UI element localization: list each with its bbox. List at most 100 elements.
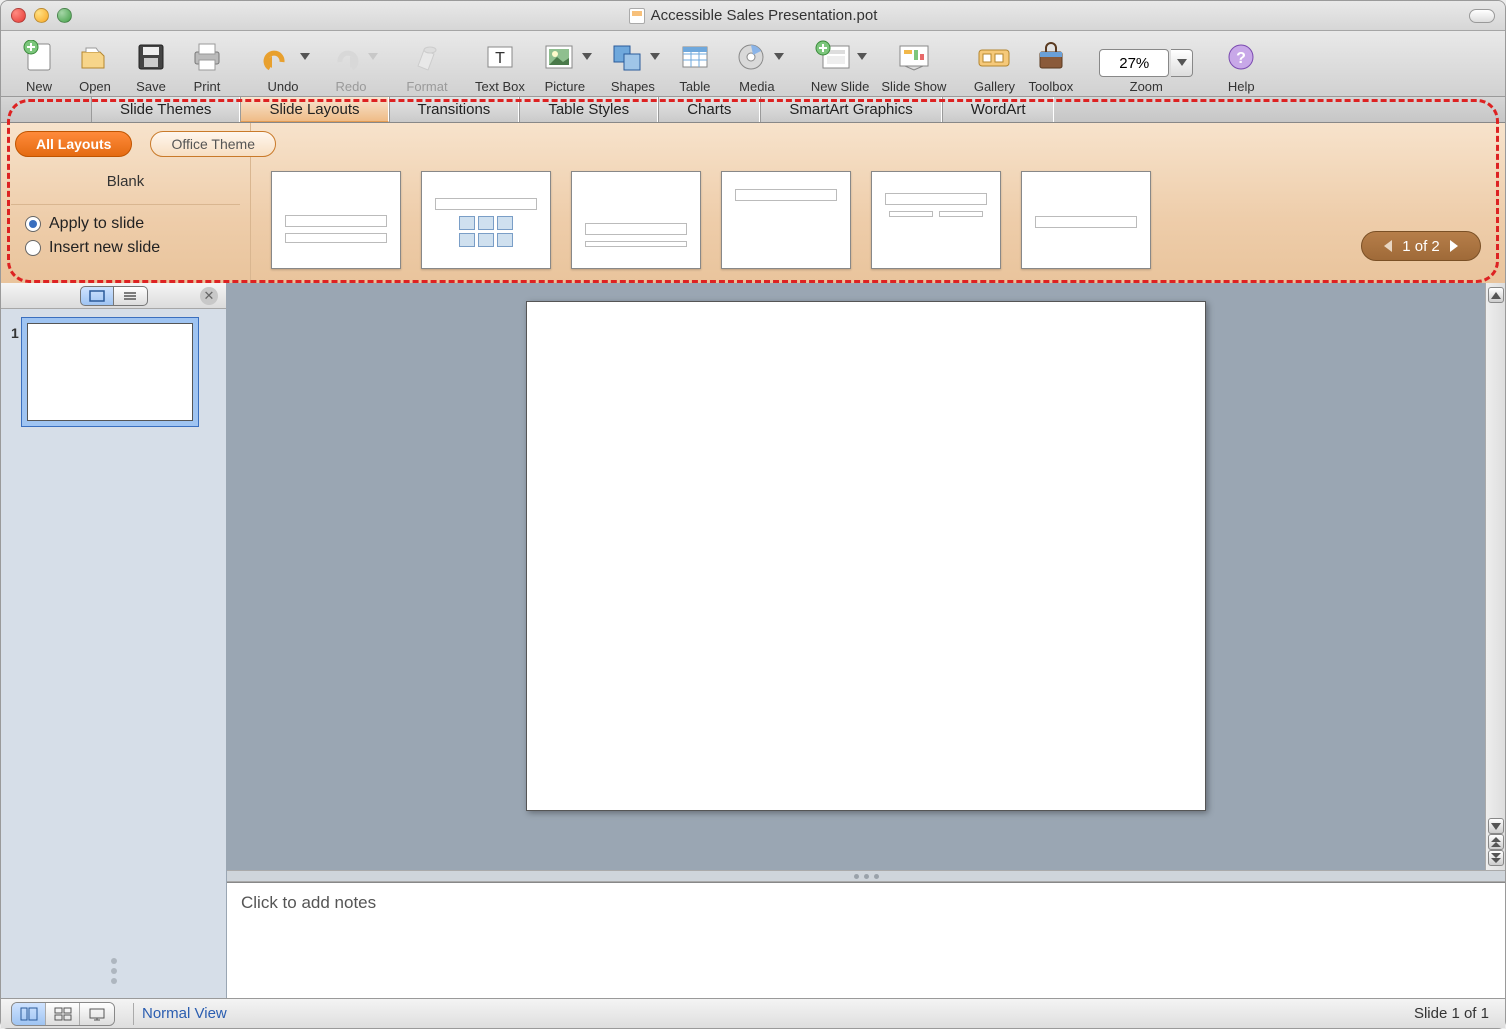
open-button[interactable]: Open [73, 37, 117, 94]
pager-next-icon[interactable] [1450, 240, 1458, 252]
slide-layouts-panel: All Layouts Office Theme Blank Apply to … [1, 123, 1505, 283]
slide-canvas[interactable] [526, 301, 1206, 811]
redo-label: Redo [335, 79, 366, 94]
slide-list[interactable]: 1 [1, 309, 226, 958]
format-label: Format [406, 79, 447, 94]
zoom-value[interactable]: 27% [1099, 49, 1169, 77]
layout-pager[interactable]: 1 of 2 [1361, 231, 1481, 261]
tab-slide-layouts[interactable]: Slide Layouts [240, 97, 388, 122]
radio-insert-label: Insert new slide [49, 239, 160, 257]
new-slide-dropdown-icon[interactable] [856, 39, 868, 75]
slideshow-button[interactable]: Slide Show [881, 37, 946, 94]
close-panel-icon[interactable]: ✕ [200, 287, 218, 305]
radio-icon [25, 240, 41, 256]
notes-splitter[interactable] [227, 870, 1505, 882]
next-slide-icon[interactable] [1488, 850, 1504, 866]
document-icon [629, 8, 645, 24]
media-label: Media [739, 79, 774, 94]
gallery-button[interactable]: Gallery [972, 37, 1016, 94]
toolbox-label: Toolbox [1028, 79, 1073, 94]
shapes-button[interactable]: Shapes [605, 37, 661, 94]
view-name: Normal View [142, 1005, 227, 1022]
layout-category-label: Blank [11, 173, 240, 190]
svg-text:T: T [495, 50, 505, 67]
new-label: New [26, 79, 52, 94]
panel-resize-handle[interactable] [1, 958, 226, 984]
shapes-dropdown-icon[interactable] [649, 39, 661, 75]
new-slide-button[interactable]: New Slide [811, 37, 870, 94]
slideshow-view-icon[interactable] [80, 1003, 114, 1025]
undo-label: Undo [267, 79, 298, 94]
radio-insert-new-slide[interactable]: Insert new slide [25, 239, 240, 257]
open-label: Open [79, 79, 111, 94]
undo-button[interactable]: Undo [255, 37, 311, 94]
layout-thumbnails: 1 of 2 [251, 123, 1505, 283]
radio-apply-label: Apply to slide [49, 215, 144, 233]
layout-thumb-title-only[interactable] [1021, 171, 1151, 269]
sorter-view-icon[interactable] [46, 1003, 80, 1025]
slides-view-icon[interactable] [80, 286, 114, 306]
picture-button[interactable]: Picture [537, 37, 593, 94]
vertical-scrollbar[interactable] [1485, 283, 1505, 870]
toolbox-button[interactable]: Toolbox [1028, 37, 1073, 94]
window-title-text: Accessible Sales Presentation.pot [651, 7, 878, 24]
view-switcher [11, 1002, 115, 1026]
picture-dropdown-icon[interactable] [581, 39, 593, 75]
tab-charts[interactable]: Charts [658, 97, 760, 122]
slide-thumbnail[interactable] [27, 323, 193, 421]
normal-view-icon[interactable] [12, 1003, 46, 1025]
slide-item-1[interactable]: 1 [11, 323, 216, 421]
save-button[interactable]: Save [129, 37, 173, 94]
textbox-label: Text Box [475, 79, 525, 94]
layout-thumb-content[interactable] [421, 171, 551, 269]
layout-thumb-comparison[interactable] [871, 171, 1001, 269]
media-button[interactable]: Media [729, 37, 785, 94]
textbox-button[interactable]: T Text Box [475, 37, 525, 94]
gallery-label: Gallery [974, 79, 1015, 94]
layout-thumb-title[interactable] [271, 171, 401, 269]
outline-view-icon[interactable] [114, 286, 148, 306]
media-dropdown-icon[interactable] [773, 39, 785, 75]
print-label: Print [194, 79, 221, 94]
tab-smartart[interactable]: SmartArt Graphics [760, 97, 941, 122]
tab-transitions[interactable]: Transitions [389, 97, 520, 122]
ribbon-tabs: Slide Themes Slide Layouts Transitions T… [1, 97, 1505, 123]
table-button[interactable]: Table [673, 37, 717, 94]
print-button[interactable]: Print [185, 37, 229, 94]
window-title: Accessible Sales Presentation.pot [1, 7, 1505, 24]
radio-icon [25, 216, 41, 232]
slide-canvas-area[interactable] [227, 283, 1505, 870]
scroll-up-icon[interactable] [1488, 287, 1504, 303]
slideshow-label: Slide Show [881, 79, 946, 94]
undo-dropdown-icon[interactable] [299, 39, 311, 75]
table-label: Table [679, 79, 710, 94]
layout-thumb-two-content[interactable] [721, 171, 851, 269]
help-button[interactable]: ? Help [1219, 37, 1263, 94]
toolbar-toggle-icon[interactable] [1469, 9, 1495, 23]
status-bar: Normal View Slide 1 of 1 [1, 998, 1505, 1028]
tab-wordart[interactable]: WordArt [942, 97, 1055, 122]
new-button[interactable]: New [17, 37, 61, 94]
prev-slide-icon[interactable] [1488, 834, 1504, 850]
shapes-label: Shapes [611, 79, 655, 94]
main-toolbar: New Open Save Print Undo Redo Format T T… [1, 31, 1505, 97]
tab-table-styles[interactable]: Table Styles [519, 97, 658, 122]
pager-prev-icon[interactable] [1384, 240, 1392, 252]
filter-all-layouts[interactable]: All Layouts [15, 131, 132, 157]
help-label: Help [1228, 79, 1255, 94]
notes-pane[interactable]: Click to add notes [227, 882, 1505, 998]
radio-apply-to-slide[interactable]: Apply to slide [25, 215, 240, 233]
titlebar: Accessible Sales Presentation.pot [1, 1, 1505, 31]
zoom-dropdown-icon[interactable] [1171, 49, 1193, 77]
main-area: ✕ 1 Click to add notes [1, 283, 1505, 998]
slide-counter: Slide 1 of 1 [1414, 1005, 1489, 1022]
slide-panel: ✕ 1 [1, 283, 227, 998]
svg-text:?: ? [1236, 50, 1246, 67]
tab-slide-themes[interactable]: Slide Themes [91, 97, 240, 122]
new-slide-label: New Slide [811, 79, 870, 94]
scroll-down-icon[interactable] [1488, 818, 1504, 834]
zoom-label: Zoom [1130, 79, 1163, 94]
zoom-control[interactable]: 27% Zoom [1099, 49, 1193, 94]
editor-area: Click to add notes [227, 283, 1505, 998]
layout-thumb-section[interactable] [571, 171, 701, 269]
